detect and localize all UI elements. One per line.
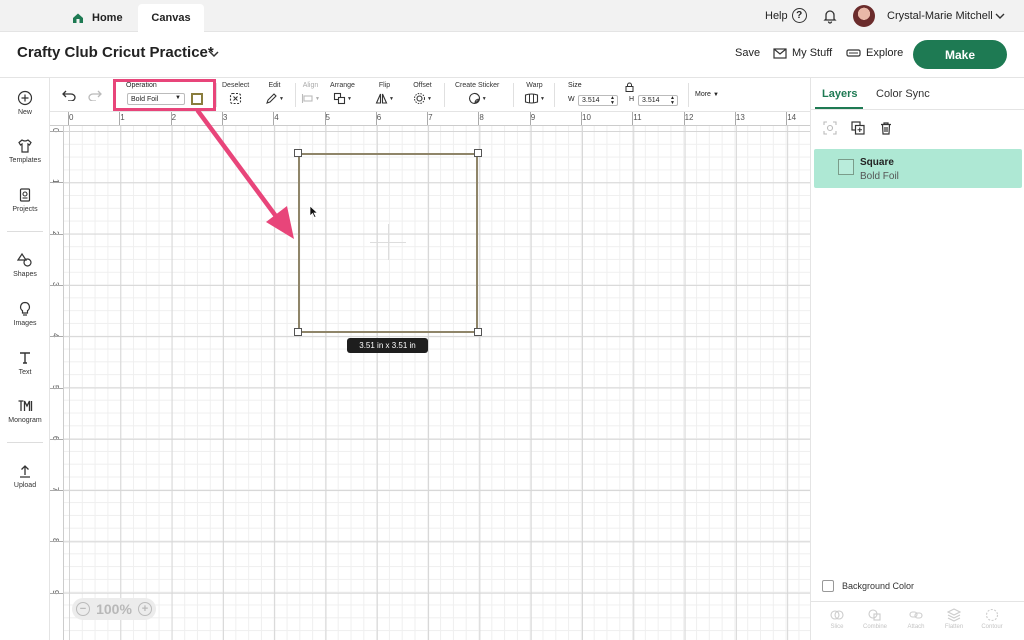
trash-icon[interactable] — [879, 121, 893, 135]
slice-button[interactable]: Slice — [818, 608, 856, 630]
zoom-control: − 100% + — [72, 598, 156, 620]
attach-icon — [909, 611, 923, 619]
divider — [811, 109, 1024, 110]
zoom-in-icon[interactable]: + — [138, 602, 152, 616]
cursor-arrow-icon — [309, 205, 319, 218]
zoom-level: 100% — [96, 601, 132, 617]
slice-icon — [830, 610, 844, 620]
layer-actions — [823, 121, 893, 135]
background-color-label: Background Color — [842, 581, 915, 591]
right-panel: Layers Color Sync Square Bold Foil Backg… — [810, 78, 1024, 640]
flatten-icon — [947, 608, 961, 622]
contour-button[interactable]: Contour — [973, 608, 1011, 630]
contour-label: Contour — [981, 624, 1003, 630]
flatten-button[interactable]: Flatten — [935, 608, 973, 630]
combine-icon — [868, 609, 881, 621]
zoom-out-icon[interactable]: − — [76, 602, 90, 616]
tab-layers[interactable]: Layers — [822, 88, 857, 100]
slice-label: Slice — [830, 624, 844, 630]
duplicate-icon[interactable] — [851, 121, 865, 135]
layer-operation: Bold Foil — [860, 171, 899, 182]
layer-thumbnail — [838, 159, 854, 175]
flatten-label: Flatten — [944, 624, 964, 630]
tab-color-sync[interactable]: Color Sync — [876, 88, 930, 100]
combine-label: Combine — [862, 624, 887, 630]
group-icon[interactable] — [823, 121, 837, 135]
divider — [811, 601, 1024, 602]
checkbox[interactable] — [822, 580, 834, 592]
layer-name: Square — [860, 157, 894, 168]
attach-label: Attach — [907, 624, 925, 630]
bottom-tools: Slice Combine Attach Flatten Contour — [811, 608, 1024, 640]
active-tab-indicator — [815, 107, 863, 109]
combine-button[interactable]: Combine — [856, 608, 894, 630]
background-color-toggle[interactable]: Background Color — [822, 580, 914, 592]
attach-button[interactable]: Attach — [897, 608, 935, 630]
contour-icon — [985, 608, 999, 622]
layer-row-square[interactable]: Square Bold Foil — [814, 149, 1022, 188]
